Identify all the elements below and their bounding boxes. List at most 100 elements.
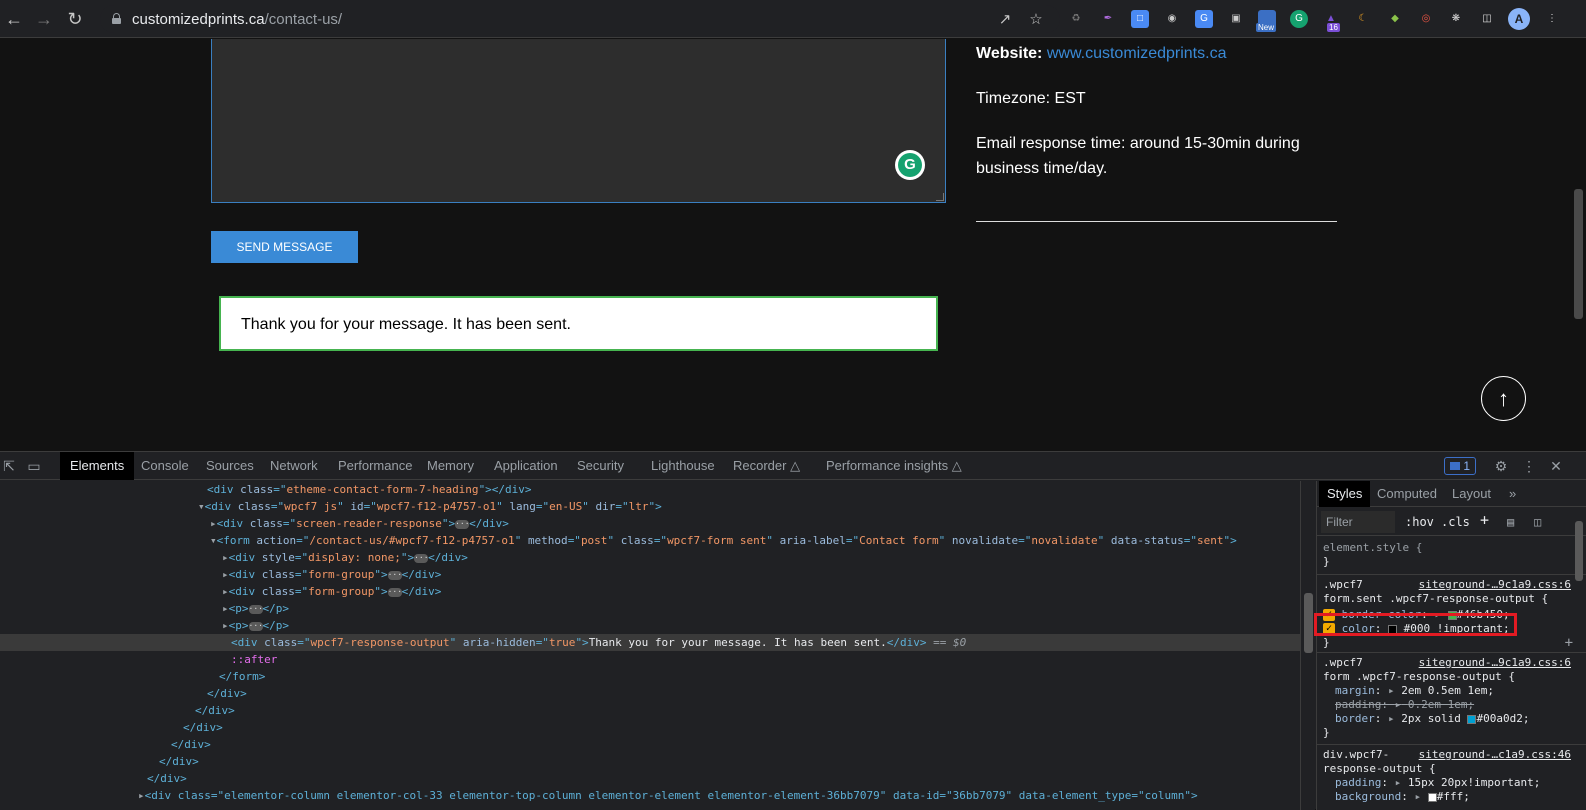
dom-node[interactable]: ▸<div style="display: none;">···</div> — [0, 549, 1300, 566]
url-text[interactable]: customizedprints.ca/contact-us/ — [132, 11, 342, 28]
tab-security[interactable]: Security — [567, 452, 634, 480]
styles-filter-input[interactable]: Filter — [1321, 511, 1395, 533]
globe-extension-icon[interactable]: ◉ — [1163, 10, 1181, 28]
recycle-extension-icon[interactable]: ♻ — [1067, 10, 1085, 28]
page-scrollbar[interactable] — [1571, 39, 1586, 451]
more-options-icon[interactable]: ⋮ — [1520, 457, 1538, 475]
rule-separator — [1317, 744, 1586, 745]
side-panel-icon[interactable]: ◫ — [1478, 10, 1496, 28]
dom-node-selected[interactable]: <div class="wpcf7-response-output" aria-… — [0, 634, 1300, 651]
grammarly-extension-icon[interactable]: G — [1290, 10, 1308, 28]
docs-extension-icon[interactable]: □ — [1131, 10, 1149, 28]
dom-node[interactable]: ▸<div class="elementor-column elementor-… — [0, 787, 1300, 804]
tab-performance[interactable]: Performance — [328, 452, 422, 480]
profile-avatar[interactable]: A — [1508, 8, 1530, 30]
menu-kebab-icon[interactable]: ⋮ — [1543, 10, 1561, 28]
styles-pane: Styles Computed Layout » Filter :hov .cl… — [1316, 481, 1586, 810]
dom-node[interactable]: </form> — [0, 668, 1300, 685]
tab-layout[interactable]: Layout — [1444, 481, 1499, 507]
flask-icon: △ — [951, 458, 962, 473]
styles-tabbar: Styles Computed Layout » — [1317, 481, 1586, 507]
response-output: Thank you for your message. It has been … — [219, 296, 938, 351]
moon-extension-icon[interactable]: ☾ — [1354, 10, 1372, 28]
toggle-sidebar-icon[interactable]: ◫ — [1534, 515, 1541, 529]
dom-node[interactable]: ::after — [0, 651, 1300, 668]
dom-node[interactable]: ▸<div class="form-group">···</div> — [0, 583, 1300, 600]
back-arrow-icon[interactable]: ← — [2, 7, 26, 31]
device-toolbar-icon[interactable]: ▭ — [25, 457, 43, 475]
issues-badge[interactable]: 1 — [1444, 457, 1476, 475]
dom-node[interactable]: ▾<form action="/contact-us/#wpcf7-f12-p4… — [0, 532, 1300, 549]
lock-icon — [112, 13, 121, 24]
resize-handle-icon[interactable] — [936, 193, 944, 201]
website-label: Website: — [976, 45, 1043, 62]
dom-node[interactable]: </div> — [0, 770, 1300, 787]
dom-node[interactable]: </div> — [0, 736, 1300, 753]
camera-extension-icon[interactable]: ▣ — [1227, 10, 1245, 28]
more-tabs-icon[interactable]: » — [1501, 481, 1524, 507]
tab-memory[interactable]: Memory — [417, 452, 484, 480]
css-declaration[interactable]: background: ▸ #fff; — [1323, 790, 1563, 804]
tab-network[interactable]: Network — [260, 452, 328, 480]
tab-lighthouse[interactable]: Lighthouse — [641, 452, 725, 480]
send-message-button[interactable]: SEND MESSAGE — [211, 231, 358, 263]
rule-source-link[interactable]: siteground-…9c1a9.css:6 — [1419, 656, 1571, 670]
tab-performance-insights[interactable]: Performance insights △ — [816, 452, 972, 480]
reload-icon[interactable]: ↻ — [63, 7, 87, 31]
css-declaration[interactable]: border: ▸ 2px solid #00a0d2; — [1323, 712, 1563, 726]
dom-node[interactable]: </div> — [0, 719, 1300, 736]
styles-scrollbar[interactable] — [1571, 481, 1586, 810]
dom-node[interactable]: ▸<div class="form-group">···</div> — [0, 566, 1300, 583]
tab-sources[interactable]: Sources — [196, 452, 264, 480]
dom-node[interactable]: </div> — [0, 753, 1300, 770]
dom-node[interactable]: ▸<p>···</p> — [0, 617, 1300, 634]
tab-console[interactable]: Console — [131, 452, 199, 480]
forward-arrow-icon[interactable]: → — [32, 7, 56, 31]
elements-scrollbar[interactable] — [1300, 481, 1315, 810]
website-link[interactable]: www.customizedprints.ca — [1047, 45, 1227, 62]
dom-node[interactable]: ▸<p>···</p> — [0, 600, 1300, 617]
scroll-to-top-button[interactable]: ↑ — [1481, 376, 1526, 421]
css-declaration-overridden[interactable]: padding: ▸ 0.2em 1em; — [1323, 698, 1563, 712]
bookmark-star-icon[interactable]: ☆ — [1027, 11, 1045, 29]
cls-toggle[interactable]: .cls — [1441, 515, 1470, 529]
css-rule-3: siteground-…c1a9.css:46 div.wpcf7- respo… — [1323, 748, 1571, 804]
message-textarea[interactable]: G — [211, 39, 946, 203]
tab-computed[interactable]: Computed — [1369, 481, 1445, 507]
share-icon[interactable]: ↗ — [996, 11, 1014, 29]
dom-node[interactable]: </div> — [0, 702, 1300, 719]
dom-node[interactable]: ▾<div class="wpcf7 js" id="wpcf7-f12-p47… — [0, 498, 1300, 515]
annotation-highlight-box — [1314, 613, 1517, 636]
dom-node[interactable]: <div class="etheme-contact-form-7-headin… — [0, 481, 1300, 498]
inspect-element-icon[interactable]: ⇱ — [0, 457, 18, 475]
dom-node[interactable]: </div> — [0, 685, 1300, 702]
rule-source-link[interactable]: siteground-…c1a9.css:46 — [1419, 748, 1571, 762]
devtools-tabbar: ⇱ ▭ Elements Console Sources Network Per… — [0, 452, 1586, 480]
tab-styles[interactable]: Styles — [1319, 481, 1371, 507]
close-devtools-icon[interactable]: ✕ — [1547, 457, 1565, 475]
tab-recorder[interactable]: Recorder △ — [723, 452, 810, 480]
tab-elements[interactable]: Elements — [60, 452, 135, 480]
dom-node[interactable]: ▸<div class="screen-reader-response">···… — [0, 515, 1300, 532]
address-bar[interactable]: customizedprints.ca/contact-us/ — [100, 5, 1060, 33]
rule-separator — [1317, 574, 1586, 575]
chrome-color-extension-icon[interactable]: ◎ — [1417, 10, 1435, 28]
css-declaration[interactable]: padding: ▸ 15px 20px!important; — [1323, 776, 1563, 790]
message-icon — [1450, 462, 1460, 470]
rule-source-link[interactable]: siteground-…9c1a9.css:6 — [1419, 578, 1571, 592]
translate-extension-icon[interactable]: G — [1195, 10, 1213, 28]
timezone-text: Timezone: EST — [976, 90, 1086, 107]
settings-gear-icon[interactable]: ⚙ — [1492, 457, 1510, 475]
grammarly-icon[interactable]: G — [895, 150, 925, 180]
color-swatch[interactable] — [1427, 792, 1437, 802]
css-declaration[interactable]: margin: ▸ 2em 0.5em 1em; — [1323, 684, 1563, 698]
puzzle-extensions-icon[interactable]: ❋ — [1447, 10, 1465, 28]
tab-application[interactable]: Application — [484, 452, 568, 480]
new-rule-plus-icon[interactable]: + — [1480, 511, 1489, 529]
flask-icon: △ — [790, 458, 801, 473]
browser-toolbar: ← → ↻ customizedprints.ca/contact-us/ ↗ … — [0, 0, 1586, 38]
tag-extension-icon[interactable]: ◆ — [1386, 10, 1404, 28]
feather-extension-icon[interactable]: ✒ — [1099, 10, 1117, 28]
paint-icon[interactable]: ▤ — [1507, 515, 1514, 529]
hov-toggle[interactable]: :hov — [1405, 515, 1434, 529]
